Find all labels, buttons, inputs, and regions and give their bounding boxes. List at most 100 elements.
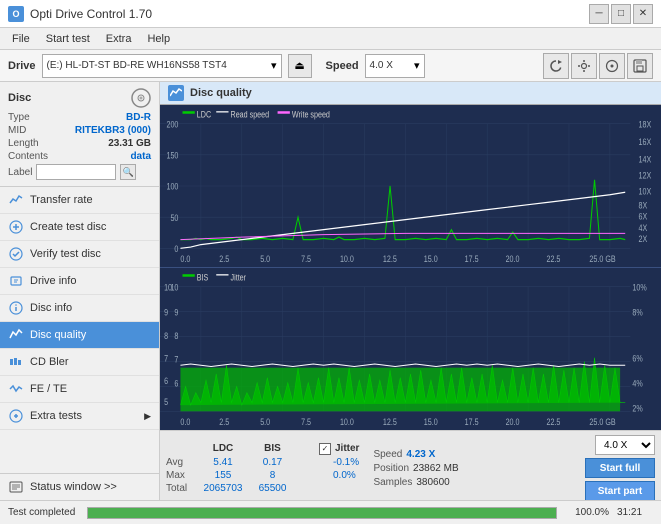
action-section: 4.0 X 2.0 X 6.0 X 8.0 X Start full Start… [585, 435, 655, 500]
drive-action-buttons [543, 53, 653, 79]
chart-bottom: 10 9 8 7 6 10 9 8 7 6 5 10% 8% 6% 4% [160, 267, 661, 430]
sidebar-item-transfer-rate-label: Transfer rate [30, 194, 93, 206]
sidebar-item-extra-tests[interactable]: Extra tests ▶ [0, 403, 159, 430]
stats-max-jitter: 0.0% [333, 470, 356, 481]
svg-text:7: 7 [164, 354, 168, 364]
position-label: Position [373, 463, 409, 474]
jitter-label: Jitter [335, 443, 359, 454]
save-button[interactable] [627, 53, 653, 79]
svg-text:BIS: BIS [197, 273, 209, 283]
svg-text:22.5: 22.5 [546, 254, 560, 264]
progress-container [87, 507, 557, 519]
stats-avg-row: Avg 5.41 0.17 -0.1% [166, 457, 359, 468]
progress-text: 100.0% [569, 507, 609, 518]
svg-text:6: 6 [174, 379, 178, 389]
sidebar-item-transfer-rate[interactable]: Transfer rate [0, 187, 159, 214]
menu-start-test[interactable]: Start test [40, 31, 96, 47]
svg-text:0: 0 [174, 244, 178, 254]
sidebar-item-cd-bler[interactable]: CD Bler [0, 349, 159, 376]
samples-value: 380600 [416, 477, 449, 488]
start-part-button[interactable]: Start part [585, 481, 655, 500]
speed-dropdown-icon: ▾ [414, 59, 420, 72]
disc-label-search-button[interactable]: 🔍 [120, 164, 136, 180]
settings-button[interactable] [571, 53, 597, 79]
menu-help[interactable]: Help [141, 31, 176, 47]
svg-text:0.0: 0.0 [180, 254, 190, 264]
disc-length-row: Length 23.31 GB [8, 138, 151, 149]
transfer-rate-icon [8, 192, 24, 208]
svg-text:2%: 2% [632, 404, 642, 414]
speed-dropdown[interactable]: 4.0 X 2.0 X 6.0 X 8.0 X [595, 435, 655, 455]
position-value: 23862 MB [413, 463, 459, 474]
refresh-button[interactable] [543, 53, 569, 79]
disc-label-label: Label [8, 167, 32, 178]
close-button[interactable]: ✕ [633, 4, 653, 24]
menu-file[interactable]: File [6, 31, 36, 47]
svg-text:10X: 10X [639, 187, 652, 197]
speed-selector[interactable]: 4.0 X ▾ [365, 54, 425, 78]
disc-contents-value: data [130, 151, 151, 162]
drive-selector[interactable]: (E:) HL-DT-ST BD-RE WH16NS58 TST4 ▾ [42, 54, 282, 78]
svg-text:20.0: 20.0 [506, 254, 520, 264]
svg-text:9: 9 [164, 308, 168, 318]
sidebar-item-create-test-disc-label: Create test disc [30, 221, 106, 233]
stats-avg-ldc: 5.41 [198, 457, 248, 468]
sidebar-item-disc-info-label: Disc info [30, 302, 72, 314]
disc-button[interactable] [599, 53, 625, 79]
svg-text:LDC: LDC [197, 110, 212, 120]
status-window-item[interactable]: Status window >> [0, 473, 159, 500]
svg-text:15.0: 15.0 [424, 417, 438, 427]
drive-value: (E:) HL-DT-ST BD-RE WH16NS58 TST4 [47, 60, 271, 71]
disc-quality-title: Disc quality [190, 87, 252, 99]
svg-text:10.0: 10.0 [340, 254, 354, 264]
speed-position-section: Speed 4.23 X Position 23862 MB Samples 3… [373, 449, 458, 488]
disc-mid-value: RITEKBR3 (000) [75, 125, 151, 136]
jitter-checkbox[interactable]: ✓ [319, 443, 331, 455]
minimize-button[interactable]: ─ [589, 4, 609, 24]
svg-text:Jitter: Jitter [231, 273, 247, 283]
svg-text:2.5: 2.5 [219, 417, 229, 427]
svg-text:8: 8 [174, 331, 178, 341]
sidebar-item-disc-quality[interactable]: Disc quality [0, 322, 159, 349]
sidebar-item-create-test-disc[interactable]: Create test disc [0, 214, 159, 241]
stats-max-label: Max [166, 470, 196, 481]
drive-bar: Drive (E:) HL-DT-ST BD-RE WH16NS58 TST4 … [0, 50, 661, 82]
sidebar-item-extra-tests-label: Extra tests [30, 410, 82, 422]
svg-text:4X: 4X [639, 223, 648, 233]
start-full-button[interactable]: Start full [585, 458, 655, 478]
disc-image-icon [131, 88, 151, 108]
svg-text:6%: 6% [632, 354, 642, 364]
window-controls: ─ □ ✕ [589, 4, 653, 24]
menu-extra[interactable]: Extra [100, 31, 138, 47]
app-title: Opti Drive Control 1.70 [30, 7, 152, 21]
status-window-label: Status window >> [30, 481, 117, 493]
sidebar-item-fe-te[interactable]: FE / TE [0, 376, 159, 403]
svg-text:10%: 10% [632, 283, 646, 293]
svg-text:50: 50 [170, 213, 178, 223]
svg-text:14X: 14X [639, 155, 652, 165]
disc-label-input[interactable] [36, 164, 116, 180]
svg-text:Read speed: Read speed [231, 110, 270, 120]
disc-type-value: BD-R [126, 112, 151, 123]
sidebar-item-disc-info[interactable]: Disc info [0, 295, 159, 322]
sidebar-item-drive-info[interactable]: Drive info [0, 268, 159, 295]
stats-header: LDC BIS ✓ Jitter [166, 443, 359, 455]
maximize-button[interactable]: □ [611, 4, 631, 24]
sidebar-item-drive-info-label: Drive info [30, 275, 76, 287]
disc-info-panel: Disc Type BD-R MID RITEKBR3 (000) Length… [0, 82, 159, 187]
drive-eject-button[interactable]: ⏏ [288, 54, 312, 78]
menu-bar: File Start test Extra Help [0, 28, 661, 50]
stats-table: LDC BIS ✓ Jitter Avg 5.41 0.17 -0.1% Max… [166, 443, 359, 494]
sidebar-item-verify-test-disc-label: Verify test disc [30, 248, 101, 260]
stats-col-bis-header: BIS [250, 443, 295, 454]
disc-length-value: 23.31 GB [108, 138, 151, 149]
disc-mid-label: MID [8, 125, 26, 136]
svg-text:12X: 12X [639, 171, 652, 181]
svg-text:10: 10 [164, 283, 172, 293]
sidebar-item-disc-quality-label: Disc quality [30, 329, 86, 341]
time-text: 31:21 [617, 507, 653, 518]
stats-total-bis: 65500 [250, 483, 295, 494]
sidebar-item-verify-test-disc[interactable]: Verify test disc [0, 241, 159, 268]
svg-text:8%: 8% [632, 308, 642, 318]
svg-text:2X: 2X [639, 234, 648, 244]
